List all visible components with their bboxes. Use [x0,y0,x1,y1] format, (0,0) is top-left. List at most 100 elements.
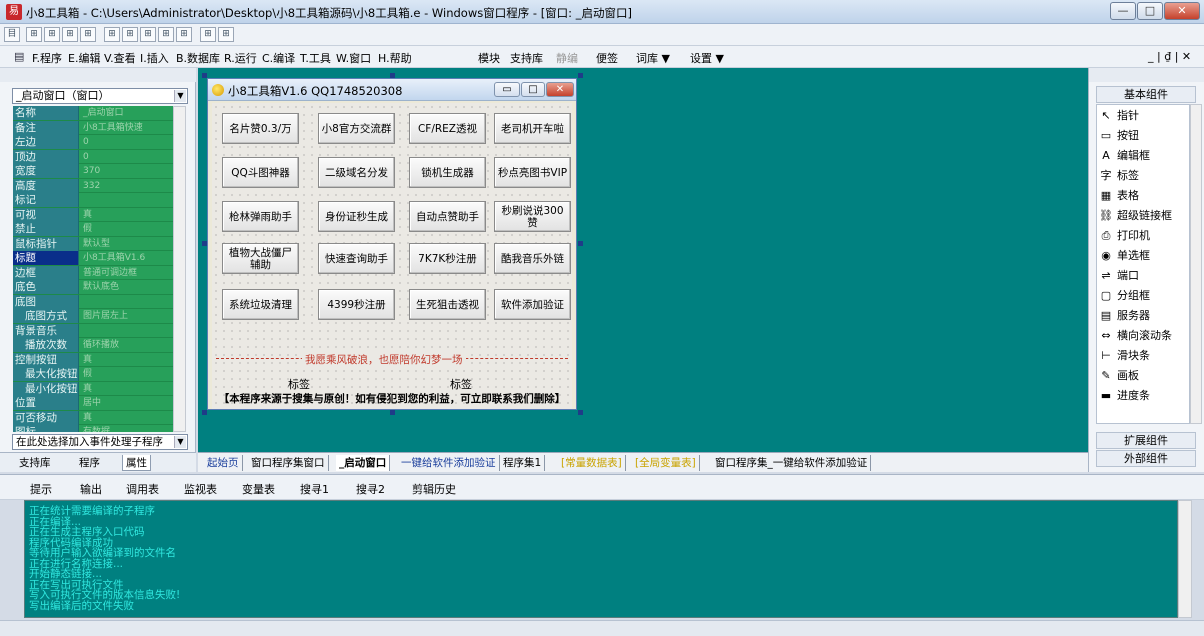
menu-edit[interactable]: E.编辑 [68,50,100,66]
tool-button[interactable]: 秒点亮图书VIP [494,157,571,188]
document-tab[interactable]: [常量数据表] [558,455,626,471]
document-tab[interactable]: 程序集1 [500,455,546,471]
property-value[interactable]: 真 [80,208,173,222]
property-row[interactable]: 位置 居中 [13,396,173,411]
property-value[interactable]: 假 [80,222,173,236]
property-row[interactable]: 标记 [13,193,173,208]
tool-button[interactable]: 系统垃圾清理 [222,289,299,320]
component-item[interactable]: ▦ 表格 [1099,187,1189,205]
menu-insert[interactable]: I.插入 [140,50,169,66]
toolbar-icon[interactable]: ⊞ [218,27,234,42]
toolbar-icon[interactable]: ⊞ [200,27,216,42]
output-console[interactable]: 正在统计需要编译的子程序 正在编译... 正在生成主程序入口代码 程序代码编译成功 等待… [24,500,1178,618]
property-value[interactable]: 0 [80,150,173,164]
tab-properties[interactable]: 属性 [122,455,151,471]
component-item[interactable]: ⊢ 滑块条 [1099,347,1189,365]
property-row[interactable]: 可视真 [13,207,173,222]
window-titlebar[interactable]: 易 小8工具箱 - C:\Users\Administrator\Desktop… [0,0,1204,24]
menu-tools[interactable]: T.工具 [300,50,331,66]
component-item[interactable]: A 编辑框 [1099,147,1189,165]
component-item[interactable]: 字标签 [1099,167,1189,185]
document-tab[interactable]: [全局变量表] [632,455,700,471]
property-value[interactable] [80,324,173,338]
property-row[interactable]: 鼠标指针 默认型 [13,236,173,251]
tool-button[interactable]: 名片赞0.3/万 [222,113,299,144]
property-row[interactable]: 图标 有数据 [13,425,173,432]
tool-button[interactable]: 老司机开车啦 [494,113,571,144]
component-item[interactable]: ▢ 分组框 [1099,287,1189,305]
resize-handle[interactable] [390,73,395,78]
event-selector[interactable]: 在此处选择加入事件处理子程序 ▼ [12,434,188,450]
tool-button[interactable]: 二级域名分发 [318,157,395,188]
tool-button[interactable]: 快速查询助手 [318,243,395,274]
toolbar-icon[interactable]: ⊞ [104,27,120,42]
property-value[interactable]: 普通可调边框 [80,266,173,280]
component-item[interactable]: ▬ 进度条 [1099,387,1189,405]
resize-handle[interactable] [578,410,583,415]
menu-program[interactable]: F.程序 [32,50,62,66]
component-item[interactable]: ↖ 指针 [1099,107,1189,125]
tool-button[interactable]: 秒刷说说300赞 [494,201,571,232]
property-value[interactable]: 小8工具箱快速 [80,121,173,135]
property-value[interactable]: 真 [80,411,173,425]
tool-button[interactable]: 锁机生成器 [409,157,486,188]
property-row[interactable]: 边框 普通可调边框 [13,265,173,280]
property-row[interactable]: 可否移动真 [13,410,173,425]
property-value[interactable]: 332 [80,179,173,193]
resize-handle[interactable] [390,410,395,415]
toolbar-icon[interactable]: 目 [4,27,20,42]
property-value[interactable]: 0 [80,135,173,149]
search2-tab[interactable]: 搜寻2 [356,481,385,497]
property-row[interactable]: 禁止假 [13,222,173,237]
property-value[interactable]: 图片居左上 [80,309,173,323]
menu-compile[interactable]: C.编译 [262,50,295,66]
property-row[interactable]: 底图 [13,294,173,309]
watch-table-tab[interactable]: 监视表 [184,481,217,497]
output-tab[interactable]: 输出 [80,481,102,497]
menu-static-compile[interactable]: 静编 [556,50,578,66]
property-value[interactable] [80,295,173,309]
property-row[interactable]: 播放次数 循环播放 [13,338,173,353]
tool-button[interactable]: 软件添加验证 [494,289,571,320]
menu-run[interactable]: R.运行 [224,50,257,66]
component-item[interactable]: ⇔ 横向滚动条 [1099,327,1189,345]
property-value[interactable]: 370 [80,164,173,178]
maximize-button[interactable]: □ [1137,2,1163,20]
tab-support-lib[interactable]: 支持库 [16,455,54,471]
menu-notes[interactable]: 便签 [596,50,618,66]
property-value[interactable]: 真 [80,382,173,396]
label-left[interactable]: 标签 [288,376,310,392]
form-minimize-button[interactable]: ▭ [494,82,520,97]
minimize-button[interactable]: — [1110,2,1136,20]
toolbar-icon[interactable]: ⊞ [26,27,42,42]
resize-handle[interactable] [578,241,583,246]
property-row[interactable]: 背景音乐 [13,323,173,338]
property-row[interactable]: 最小化按钮真 [13,381,173,396]
hint-tab[interactable]: 提示 [30,481,52,497]
property-row[interactable]: 标题 小8工具箱V1.6 [13,251,173,266]
component-item[interactable]: ✎ 画板 [1099,367,1189,385]
variable-table-tab[interactable]: 变量表 [242,481,275,497]
property-value[interactable]: 有数据 [80,425,173,432]
toolbar-icon[interactable]: ⊞ [176,27,192,42]
chevron-down-icon[interactable]: ▼ [174,90,186,102]
menu-database[interactable]: B.数据库 [176,50,220,66]
document-tab[interactable]: 窗口程序集_一键给软件添加验证 [712,455,872,471]
tool-button[interactable]: 植物大战僵尸辅助 [222,243,299,274]
tab-program[interactable]: 程序 [76,455,103,471]
resize-handle[interactable] [202,410,207,415]
tool-button[interactable]: QQ斗图神器 [222,157,299,188]
document-tab[interactable]: 窗口程序集窗口 [248,455,329,471]
tool-button[interactable]: 枪林弹雨助手 [222,201,299,232]
document-tab[interactable]: 一键给软件添加验证 [398,455,500,471]
property-row[interactable]: 底图方式 图片居左上 [13,309,173,324]
form-window[interactable]: 小8工具箱V1.6 QQ1748520308 ▭ □ ✕ 名片赞0.3/万 小8官… [207,78,577,410]
close-button[interactable]: ✕ [1164,2,1200,20]
search1-tab[interactable]: 搜寻1 [300,481,329,497]
toolbar-icon[interactable]: ⊞ [140,27,156,42]
property-row[interactable]: 左边 0 [13,135,173,150]
tool-button[interactable]: 自动点赞助手 [409,201,486,232]
menu-settings[interactable]: 设置 ▼ [690,50,724,66]
component-item[interactable]: ◉ 单选框 [1099,247,1189,265]
component-item[interactable]: ⛓ 超级链接框 [1099,207,1189,225]
